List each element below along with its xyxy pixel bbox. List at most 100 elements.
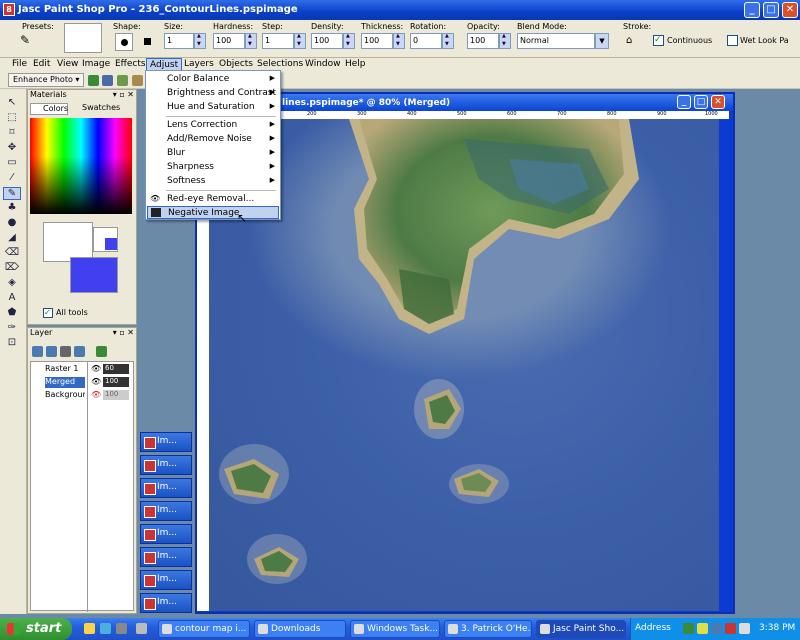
menu-item-brightness-contrast[interactable]: Brightness and Contrast ▶ [147,87,279,100]
menu-image[interactable]: Image [79,58,113,71]
tray-icon[interactable] [683,623,694,634]
dodge-tool-icon[interactable]: ● [3,217,21,230]
preset-shape-icon[interactable]: ⬟ [3,307,21,320]
menu-item-hue-saturation[interactable]: Hue and Saturation ▶ [147,101,279,114]
palette-controls[interactable]: ▾ ▫ ✕ [113,90,134,99]
menu-item-lens-correction[interactable]: Lens Correction ▶ [147,119,279,132]
layer-opacity[interactable]: 100 [103,390,129,400]
foreground-swatch[interactable] [43,222,93,262]
clarify-icon[interactable] [132,75,143,86]
photo-icon[interactable] [117,75,128,86]
menu-item-negative-image[interactable]: Negative Image [147,206,279,219]
density-spinner[interactable] [343,33,355,49]
layer-row-selected[interactable]: Merged [45,377,85,388]
image-window-tab[interactable]: Im... [140,593,192,613]
taskbar-button-active[interactable]: Jasc Paint Sho... [536,620,626,638]
clone-tool-icon[interactable]: ♣ [3,202,21,215]
menu-item-red-eye-removal[interactable]: 👁 Red-eye Removal... [147,193,279,206]
step-spinner[interactable] [294,33,306,49]
maximize-button[interactable]: □ [763,2,779,18]
size-spinner[interactable] [194,33,206,49]
minimize-button[interactable]: _ [744,2,760,18]
text-tool-icon[interactable]: A [3,292,21,305]
smudge-tool-icon[interactable]: ◢ [3,232,21,245]
image-window-tab[interactable]: Im... [140,432,192,452]
image-window-tab[interactable]: Im... [140,547,192,567]
menu-file[interactable]: File [9,58,30,71]
enhance-photo-button[interactable]: Enhance Photo ▾ [8,73,85,87]
step-field[interactable]: 1 [262,33,294,49]
close-button[interactable]: ✕ [782,2,798,18]
taskbar-button[interactable]: Windows Task... [350,620,440,638]
chevron-down-icon[interactable]: ▼ [595,33,609,49]
eraser-tool-icon[interactable]: ⌫ [3,247,21,260]
duplicate-layer-icon[interactable] [60,346,71,357]
image-close-button[interactable]: ✕ [711,95,725,109]
background-eraser-icon[interactable]: ⌦ [3,262,21,275]
quick-launch-icon[interactable] [100,623,111,634]
image-window-tab[interactable]: Im... [140,524,192,544]
visibility-eye-icon[interactable]: 👁 [91,364,101,373]
visibility-eye-icon[interactable]: 👁 [91,390,101,399]
tray-icon[interactable] [739,623,750,634]
layer-row[interactable]: Backgrour [45,390,85,401]
new-layer-icon[interactable] [32,346,43,357]
quick-launch-icon[interactable] [136,623,147,634]
menu-view[interactable]: View [54,58,81,71]
round-shape-button[interactable] [115,33,133,51]
start-button[interactable]: start [0,618,72,640]
density-field[interactable]: 100 [311,33,343,49]
image-window-tab[interactable]: Im... [140,455,192,475]
clock[interactable]: 3:38 PM [759,623,795,633]
menu-edit[interactable]: Edit [30,58,53,71]
selection-tool-icon[interactable]: ⬚ [3,112,21,125]
dropper-tool-icon[interactable]: ⁄ [3,172,21,185]
new-mask-icon[interactable] [46,346,57,357]
image-maximize-button[interactable]: □ [694,95,708,109]
object-selector-icon[interactable]: ⊡ [3,337,21,350]
continuous-checkbox[interactable]: ✓ [653,35,664,46]
layer-row[interactable]: Raster 1 [45,364,85,375]
stroke-icon[interactable]: ⌂ [626,35,632,46]
tab-colors[interactable]: Colors [30,103,68,115]
thickness-spinner[interactable] [393,33,405,49]
tray-icon[interactable] [697,623,708,634]
menu-effects[interactable]: Effects [112,58,149,71]
taskbar-button[interactable]: Downloads [254,620,346,638]
brush-preset-icon[interactable]: ✎ [20,33,40,51]
crop-tool-icon[interactable]: ▭ [3,157,21,170]
rotation-field[interactable]: 0 [410,33,442,49]
brush-preview[interactable] [64,23,102,53]
taskbar-button[interactable]: 3. Patrick O'He... [444,620,532,638]
map-image-canvas[interactable] [209,119,719,611]
title-bar[interactable]: 8 Jasc Paint Shop Pro - 236_ContourLines… [0,0,800,20]
one-step-fix-icon[interactable] [88,75,99,86]
flood-fill-icon[interactable]: ◈ [3,277,21,290]
layer-opacity[interactable]: 100 [103,377,129,387]
menu-item-blur[interactable]: Blur ▶ [147,147,279,160]
image-window-tab[interactable]: Im... [140,570,192,590]
hardness-spinner[interactable] [245,33,257,49]
menu-item-softness[interactable]: Softness ▶ [147,175,279,188]
menu-item-add-remove-noise[interactable]: Add/Remove Noise ▶ [147,133,279,146]
pen-tool-icon[interactable]: ✑ [3,322,21,335]
move-tool-icon[interactable]: ✥ [3,142,21,155]
menu-help[interactable]: Help [342,58,369,71]
background-swatch[interactable] [70,257,118,293]
tab-swatches[interactable]: Swatches [70,103,122,115]
delete-layer-icon[interactable] [96,346,107,357]
menu-item-color-balance[interactable]: Color Balance ▶ [147,73,279,86]
quick-launch-icon[interactable] [84,623,95,634]
taskbar-button[interactable]: contour map i... [158,620,250,638]
menu-window[interactable]: Window [302,58,344,71]
quick-launch-icon[interactable] [116,623,127,634]
opacity-field[interactable]: 100 [467,33,499,49]
layer-properties-icon[interactable] [74,346,85,357]
wet-look-checkbox[interactable] [727,35,738,46]
menu-item-sharpness[interactable]: Sharpness ▶ [147,161,279,174]
hardness-field[interactable]: 100 [213,33,245,49]
layer-opacity[interactable]: 60 [103,364,129,374]
color-picker-rainbow[interactable] [30,118,132,214]
tray-icon[interactable] [711,623,722,634]
smart-fix-icon[interactable] [102,75,113,86]
